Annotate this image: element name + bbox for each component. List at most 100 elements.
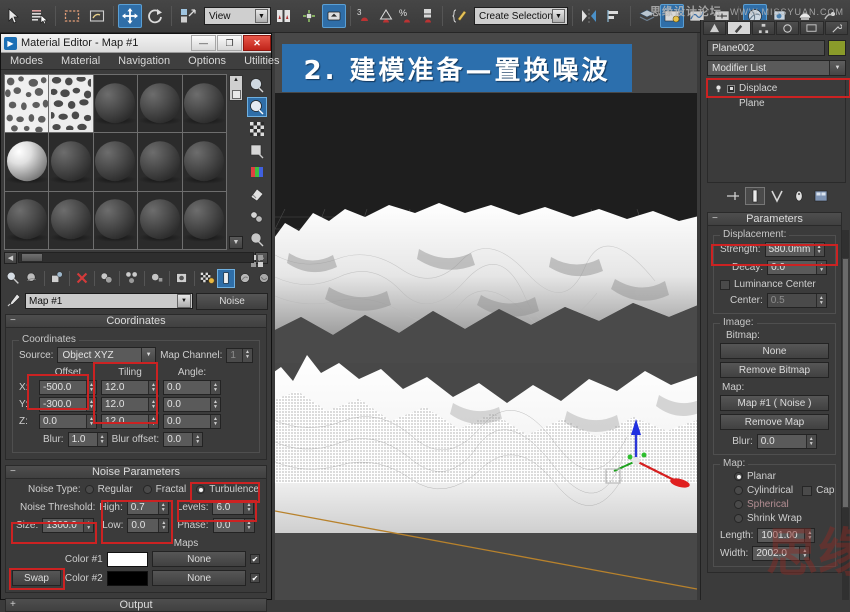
offset-y-spinner[interactable]: -300.0 ▲ ▼ bbox=[39, 397, 97, 412]
sample-slot[interactable] bbox=[5, 191, 49, 249]
levels-spinner[interactable]: 6.0 ▲ ▼ bbox=[212, 500, 255, 515]
material-effects-channel-icon[interactable] bbox=[173, 269, 191, 288]
minimize-button[interactable]: — bbox=[191, 35, 216, 51]
backlight-icon[interactable] bbox=[247, 97, 267, 117]
sample-slot-scroll-column[interactable]: ▲ ▼ bbox=[228, 74, 244, 250]
map-button[interactable]: Map #1 ( Noise ) bbox=[720, 395, 829, 411]
select-by-name-icon[interactable] bbox=[27, 4, 51, 28]
low-spinner[interactable]: 0.0 ▲ ▼ bbox=[127, 518, 170, 533]
sample-slot[interactable] bbox=[182, 75, 226, 133]
slot-scroll-up-down[interactable]: ▲ bbox=[229, 75, 243, 101]
material-type-button[interactable]: Noise bbox=[196, 292, 268, 310]
menu-options[interactable]: Options bbox=[179, 53, 235, 70]
use-pivot-center-icon[interactable] bbox=[272, 4, 296, 28]
menu-navigation[interactable]: Navigation bbox=[109, 53, 179, 70]
spinner-arrows-icon[interactable]: ▲ ▼ bbox=[86, 381, 96, 394]
go-forward-to-sibling-icon[interactable] bbox=[255, 269, 273, 288]
angle-y-spinner[interactable]: 0.0 ▲ ▼ bbox=[163, 397, 221, 412]
sample-type-icon[interactable] bbox=[247, 75, 267, 95]
sample-slot[interactable] bbox=[138, 191, 182, 249]
source-dropdown[interactable]: Object XYZ ▼ bbox=[57, 347, 157, 363]
command-panel-scroll-thumb[interactable] bbox=[842, 258, 849, 508]
object-color-swatch[interactable] bbox=[828, 40, 846, 56]
material-name-field[interactable]: Map #1 ▼ bbox=[25, 293, 193, 309]
maximize-button[interactable]: ❐ bbox=[217, 35, 242, 51]
slot-scroll-down-button[interactable]: ▼ bbox=[229, 236, 243, 249]
tiling-z-spinner[interactable]: 12.0 ▲ ▼ bbox=[101, 414, 159, 429]
spinner-arrows-icon[interactable]: ▲ ▼ bbox=[210, 381, 220, 394]
blur-spinner[interactable]: 1.0 ▲ ▼ bbox=[67, 432, 108, 447]
map-planar-radio[interactable] bbox=[734, 472, 743, 481]
color2-map-checkbox[interactable]: ✔ bbox=[250, 573, 260, 583]
high-spinner[interactable]: 0.7 ▲ ▼ bbox=[126, 500, 169, 515]
blur-offset-spinner[interactable]: 0.0 ▲ ▼ bbox=[163, 432, 204, 447]
show-map-in-viewport-icon[interactable] bbox=[198, 269, 216, 288]
tab-hierarchy[interactable] bbox=[751, 21, 775, 35]
spinner-arrows-icon[interactable]: ▲ ▼ bbox=[243, 501, 254, 514]
select-and-move-icon[interactable] bbox=[118, 4, 142, 28]
named-selection-set-dropdown[interactable]: Create Selection Se ▼ bbox=[474, 7, 568, 25]
lightbulb-icon[interactable] bbox=[714, 84, 723, 93]
eyedropper-icon[interactable] bbox=[4, 293, 22, 309]
window-crossing-icon[interactable] bbox=[85, 4, 109, 28]
center-spinner[interactable]: 0.5 ▲ ▼ bbox=[766, 293, 827, 308]
remove-map-button[interactable]: Remove Map bbox=[720, 414, 829, 430]
color1-swatch[interactable] bbox=[106, 551, 149, 567]
map-channel-spinner[interactable]: 1 ▲ ▼ bbox=[226, 347, 253, 363]
spinner-arrows-icon[interactable]: ▲ ▼ bbox=[813, 243, 824, 256]
size-spinner[interactable]: 1300.0 ▲ ▼ bbox=[42, 518, 95, 533]
make-material-copy-icon[interactable] bbox=[98, 269, 116, 288]
color1-map-button[interactable]: None bbox=[152, 551, 246, 567]
show-end-result-icon[interactable] bbox=[217, 268, 235, 288]
sample-slot[interactable] bbox=[93, 133, 138, 191]
make-unique-icon[interactable] bbox=[767, 187, 787, 205]
map-cap-checkbox[interactable] bbox=[802, 485, 813, 496]
modifier-list-dropdown[interactable]: Modifier List ▼ bbox=[707, 60, 846, 76]
sample-slot[interactable] bbox=[49, 133, 93, 191]
sample-slot[interactable] bbox=[138, 75, 182, 133]
bitmap-button[interactable]: None bbox=[720, 343, 829, 359]
swap-button[interactable]: Swap bbox=[12, 570, 61, 586]
tiling-y-spinner[interactable]: 12.0 ▲ ▼ bbox=[101, 397, 159, 412]
offset-z-spinner[interactable]: 0.0 ▲ ▼ bbox=[39, 414, 97, 429]
percent-snap-icon[interactable]: % bbox=[397, 4, 417, 28]
menu-material[interactable]: Material bbox=[52, 53, 109, 70]
sample-slot[interactable] bbox=[93, 191, 138, 249]
spinner-arrows-icon[interactable]: ▲ ▼ bbox=[157, 501, 168, 514]
select-object-icon[interactable] bbox=[2, 4, 26, 28]
chevron-down-icon[interactable]: ▼ bbox=[177, 294, 191, 308]
tiling-x-spinner[interactable]: 12.0 ▲ ▼ bbox=[101, 380, 159, 395]
tab-create[interactable] bbox=[703, 21, 727, 35]
sample-slot[interactable] bbox=[182, 133, 226, 191]
spinner-arrows-icon[interactable]: ▲ ▼ bbox=[148, 381, 158, 394]
map-spherical-radio[interactable] bbox=[734, 500, 743, 509]
coordinates-rollout-header[interactable]: − Coordinates bbox=[5, 314, 267, 328]
width-spinner[interactable]: 2002.0 ▲ ▼ bbox=[752, 546, 811, 561]
put-material-to-scene-icon[interactable] bbox=[23, 269, 41, 288]
output-rollout-header[interactable]: + Output bbox=[5, 598, 267, 612]
sample-slot-horizontal-scrollbar[interactable]: ◀ ▶ bbox=[4, 251, 268, 264]
angle-z-spinner[interactable]: 0.0 ▲ ▼ bbox=[163, 414, 221, 429]
select-by-material-icon[interactable] bbox=[247, 229, 267, 249]
sample-uv-tiling-icon[interactable] bbox=[247, 141, 267, 161]
spinner-arrows-icon[interactable]: ▲ ▼ bbox=[86, 415, 96, 428]
modifier-stack-item-displace[interactable]: Displace bbox=[708, 81, 845, 96]
spinner-arrows-icon[interactable]: ▲ ▼ bbox=[158, 519, 169, 532]
get-material-icon[interactable] bbox=[4, 269, 22, 288]
map-shrink-wrap-radio[interactable] bbox=[734, 514, 743, 523]
put-to-library-icon[interactable] bbox=[148, 269, 166, 288]
assign-material-to-selection-icon[interactable] bbox=[48, 269, 66, 288]
menu-utilities[interactable]: Utilities bbox=[235, 53, 288, 70]
select-and-manipulate-icon[interactable] bbox=[297, 4, 321, 28]
layer-manager-icon[interactable] bbox=[635, 4, 659, 28]
rectangular-selection-region-icon[interactable] bbox=[60, 4, 84, 28]
angle-snap-toggle-icon[interactable] bbox=[376, 4, 396, 28]
make-unique-icon[interactable] bbox=[123, 269, 141, 288]
sample-slot[interactable] bbox=[93, 75, 138, 133]
pin-stack-icon[interactable] bbox=[723, 187, 743, 205]
luminance-center-checkbox[interactable] bbox=[720, 279, 730, 290]
material-editor-window[interactable]: ▶ Material Editor - Map #1 — ❐ ✕ Modes M… bbox=[0, 33, 280, 612]
noise-type-turbulence-radio[interactable] bbox=[196, 485, 206, 494]
named-selection-icon[interactable] bbox=[447, 4, 471, 28]
length-spinner[interactable]: 1001.00 ▲ ▼ bbox=[757, 528, 816, 543]
